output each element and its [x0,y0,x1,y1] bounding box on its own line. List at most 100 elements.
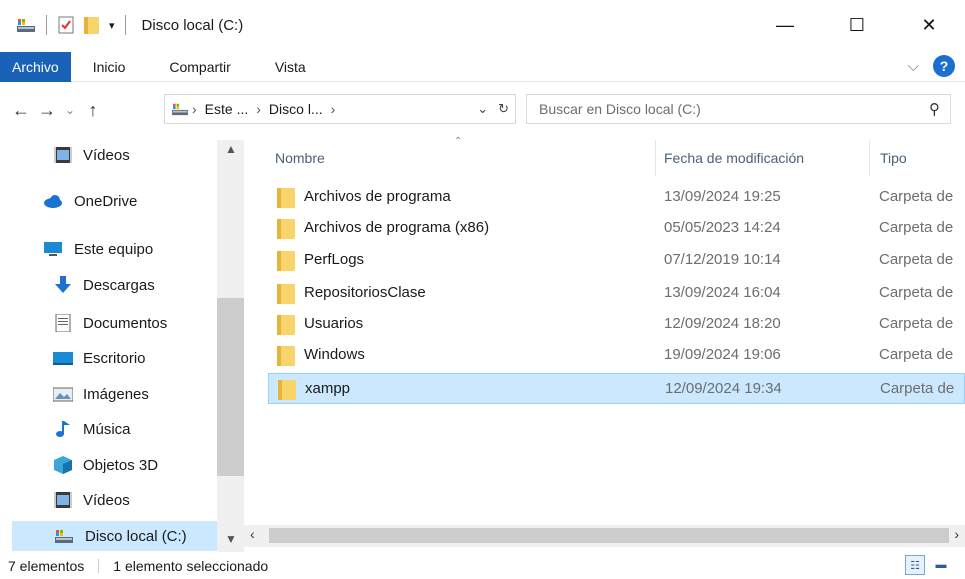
file-name: Archivos de programa [304,188,451,205]
folder-icon [277,284,295,304]
file-row[interactable]: Usuarios 12/09/2024 18:20 Carpeta de [268,309,965,340]
file-type: Carpeta de [879,188,954,205]
maximize-button[interactable]: ☐ [821,0,893,50]
file-type: Carpeta de [879,346,954,363]
drive-icon[interactable] [16,17,36,33]
large-icons-view-icon[interactable]: ▬ [931,555,951,575]
up-button[interactable]: ↑ [80,95,106,125]
ribbon-tabs: Archivo Inicio Compartir Vista ⌵ ? [0,51,965,82]
view-switcher: ☷ ▬ [905,555,951,575]
file-name: xampp [305,380,351,397]
minimize-button[interactable]: — [749,0,821,50]
documents-icon [55,314,71,332]
close-button[interactable]: ✕ [893,0,965,50]
recent-locations-button[interactable]: ⌄ [60,95,80,125]
search-placeholder[interactable]: Buscar en Disco local (C:) [539,101,701,117]
file-date: 07/12/2019 10:14 [664,251,781,268]
nav-item-onedrive[interactable]: OneDrive [42,186,137,216]
address-bar[interactable]: › Este ... › Disco l... › ⌄ ↻ [164,94,516,124]
back-button[interactable]: ← [8,95,34,125]
file-row[interactable]: PerfLogs 07/12/2019 10:14 Carpeta de [268,245,965,276]
nav-item-objetos-3d[interactable]: Objetos 3D [53,450,158,480]
nav-item-label: Imágenes [83,385,149,403]
expand-ribbon-icon[interactable]: ⌵ [908,58,919,75]
column-header-type[interactable]: Tipo [880,140,960,176]
column-divider[interactable] [655,140,656,176]
toolbar-divider [124,15,126,35]
videos-icon [54,492,72,508]
file-type: Carpeta de [879,315,954,332]
file-name: RepositoriosClase [304,284,426,301]
nav-item-label: Disco local (C:) [85,527,187,545]
file-row[interactable]: Archivos de programa (x86) 05/05/2023 14… [268,213,965,244]
scroll-down-icon[interactable]: ▼ [225,532,237,546]
desktop-icon [53,352,73,365]
status-bar: 7 elementos 1 elemento seleccionado ☷ ▬ [0,552,965,579]
file-name: Archivos de programa (x86) [304,219,490,236]
nav-item-descargas[interactable]: Descargas [53,270,155,300]
folder-icon [277,219,295,239]
breadcrumb-chevron-icon[interactable]: › [256,101,261,117]
file-type: Carpeta de [879,251,954,268]
nav-item-este-equipo[interactable]: Este equipo [42,234,153,264]
column-header-label: Tipo [880,150,907,166]
nav-item-documentos[interactable]: Documentos [53,308,167,338]
customize-toolbar-icon[interactable]: ▾ [109,19,115,32]
file-row-selected[interactable]: xampp 12/09/2024 19:34 Carpeta de [268,373,965,404]
quick-access-toolbar: ▾ Disco local (C:) [0,15,243,35]
file-row[interactable]: RepositoriosClase 13/09/2024 16:04 Carpe… [268,278,965,309]
help-icon[interactable]: ? [933,55,955,77]
nav-pane-scrollbar[interactable]: ▲ ▼ [217,140,244,552]
forward-button[interactable]: → [34,95,60,125]
column-divider[interactable] [869,140,870,176]
horizontal-scrollbar[interactable]: ‹ › [244,525,965,547]
address-dropdown-icon[interactable]: ⌄ [477,101,488,117]
tab-vista[interactable]: Vista [253,52,328,82]
tab-archivo[interactable]: Archivo [0,51,71,82]
column-header-label: Fecha de modificación [664,150,805,166]
horizontal-scrollbar-thumb[interactable] [269,528,949,543]
search-box[interactable]: Buscar en Disco local (C:) ⚲ [526,94,951,124]
refresh-icon[interactable]: ↻ [498,101,509,117]
tab-inicio[interactable]: Inicio [71,52,148,82]
scroll-right-icon[interactable]: › [954,526,959,542]
file-date: 12/09/2024 19:34 [665,380,782,397]
column-header-name[interactable]: Nombre [275,140,650,176]
nav-item-musica[interactable]: Música [53,414,131,444]
properties-icon[interactable] [57,15,75,35]
nav-item-videos[interactable]: Vídeos [53,140,130,170]
nav-item-imagenes[interactable]: Imágenes [53,379,149,409]
scroll-up-icon[interactable]: ▲ [225,142,237,156]
breadcrumb-este-equipo[interactable]: Este ... [205,101,249,117]
file-type: Carpeta de [879,284,954,301]
file-row[interactable]: Archivos de programa 13/09/2024 19:25 Ca… [268,182,965,213]
breadcrumb-chevron-icon[interactable]: › [331,101,336,117]
nav-item-label: Vídeos [83,146,130,164]
music-icon [56,421,70,437]
breadcrumb-chevron-icon[interactable]: › [192,101,197,117]
cloud-icon [44,195,62,208]
search-icon[interactable]: ⚲ [929,100,940,118]
details-view-icon[interactable]: ☷ [905,555,925,575]
nav-item-disco-local[interactable]: Disco local (C:) [12,521,217,551]
scroll-left-icon[interactable]: ‹ [250,526,255,542]
pictures-icon [53,387,73,402]
file-date: 13/09/2024 19:25 [664,188,781,205]
breadcrumb-disco-local[interactable]: Disco l... [269,101,323,117]
nav-item-escritorio[interactable]: Escritorio [53,343,146,373]
folder-icon [277,251,295,271]
nav-item-label: Este equipo [74,240,154,258]
file-name: Usuarios [304,315,364,332]
nav-item-label: Descargas [83,276,155,294]
new-folder-icon[interactable] [83,15,101,35]
column-header-date[interactable]: Fecha de modificación [664,140,864,176]
tab-compartir[interactable]: Compartir [147,52,252,82]
folder-icon [278,380,296,400]
file-row[interactable]: Windows 19/09/2024 19:06 Carpeta de [268,340,965,371]
nav-item-label: Música [83,420,131,438]
folder-icon [277,346,295,366]
toolbar-divider [46,15,47,35]
ribbon-right: ⌵ ? [908,55,955,77]
nav-scrollbar-thumb[interactable] [217,298,244,476]
nav-item-videos-2[interactable]: Vídeos [53,485,130,515]
